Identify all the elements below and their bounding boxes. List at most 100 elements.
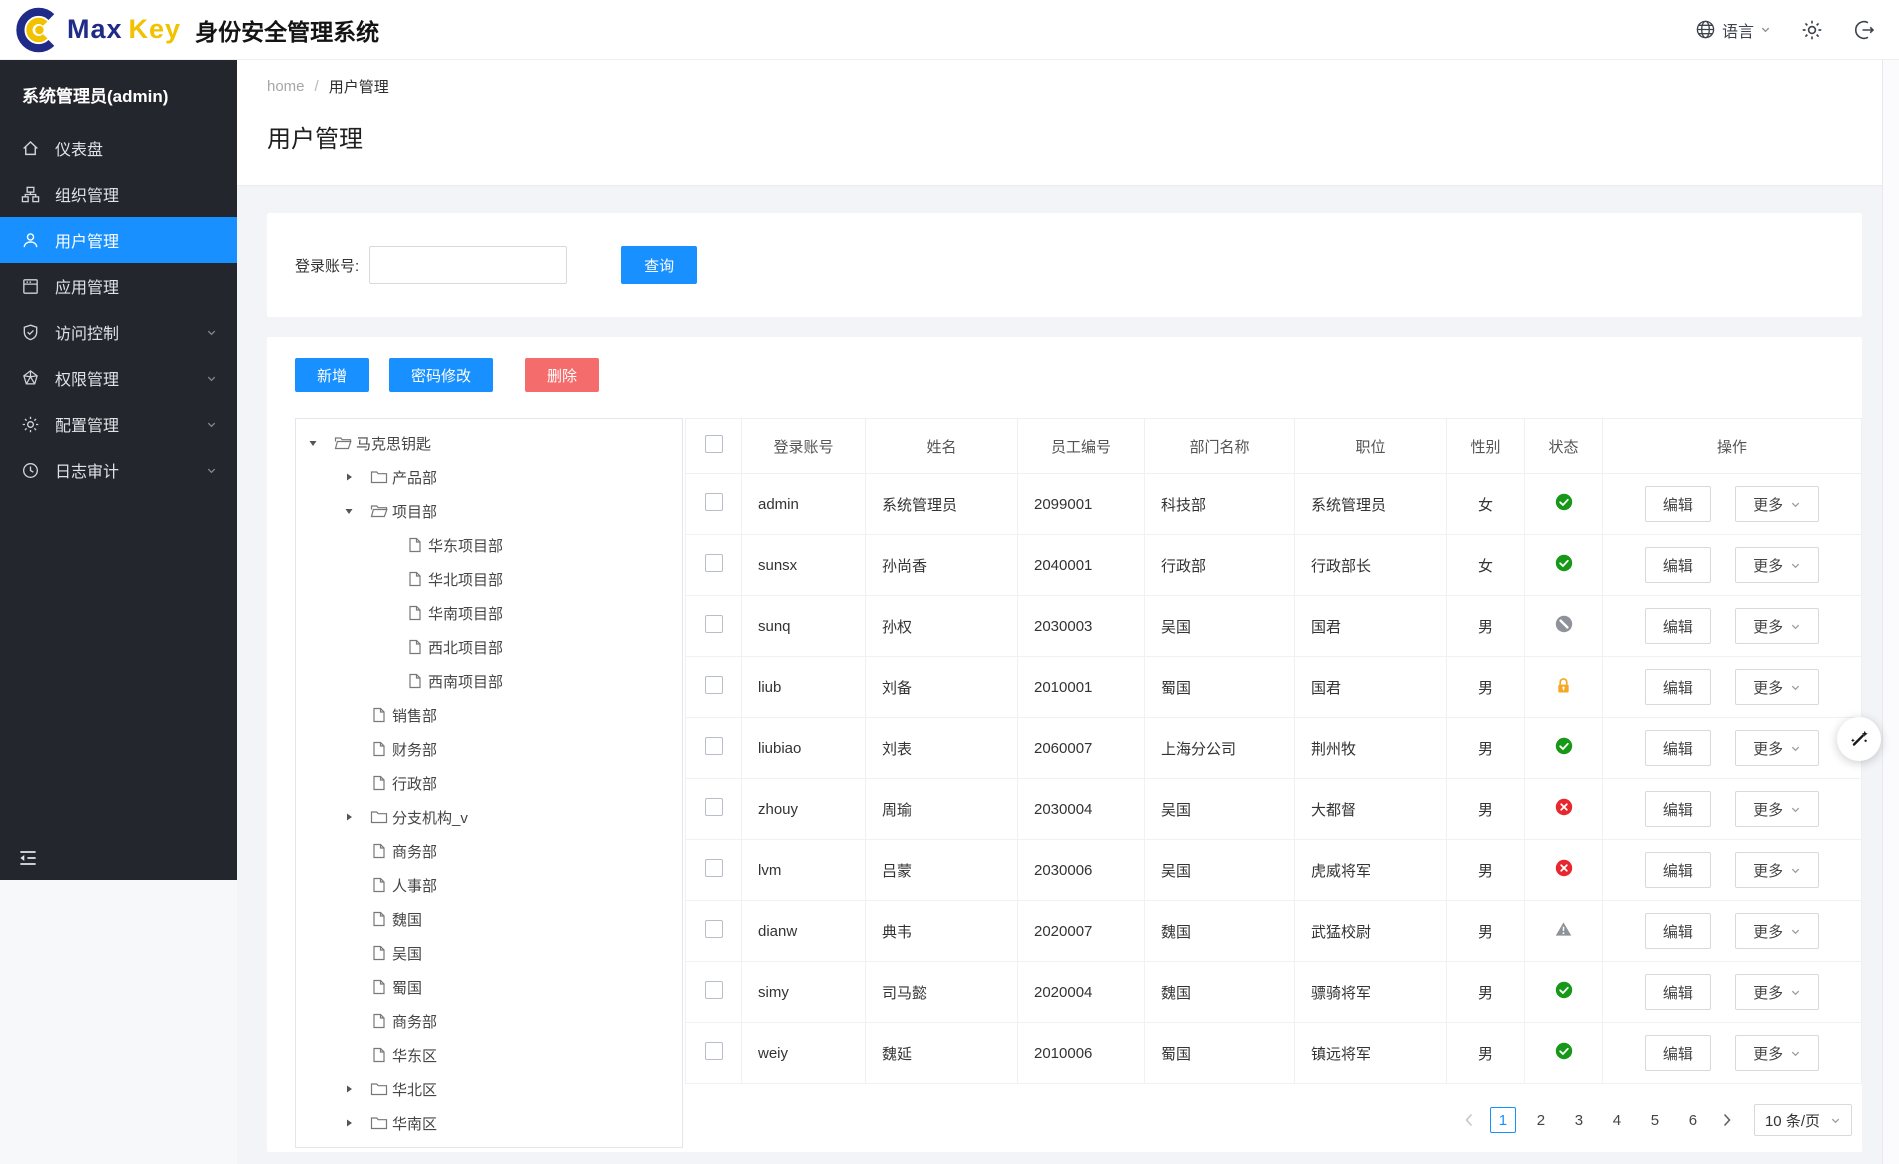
cell-employee-no: 2030006 [1034, 861, 1093, 879]
tree-node[interactable]: 华东区 [296, 1038, 682, 1072]
col-header-position: 职位 [1294, 418, 1447, 474]
tree-node[interactable]: 财务部 [296, 732, 682, 766]
tree-node[interactable]: 华南区 [296, 1106, 682, 1140]
row-checkbox[interactable] [704, 798, 723, 816]
sidebar-item-3[interactable]: 应用管理 [0, 263, 237, 309]
caret-right-icon[interactable] [342, 1118, 369, 1128]
chevron-down-icon [1790, 865, 1801, 876]
tree-node-label: 项目部 [392, 503, 438, 521]
tree-node[interactable]: 华南项目部 [296, 596, 682, 630]
breadcrumb-home[interactable]: home [267, 78, 305, 95]
tree-node[interactable]: 吴国 [296, 936, 682, 970]
query-button[interactable]: 查询 [621, 246, 698, 284]
more-button[interactable]: 更多 [1735, 1035, 1820, 1071]
next-page-button[interactable] [1718, 1113, 1736, 1127]
sidebar-item-0[interactable]: 仪表盘 [0, 125, 237, 171]
logout-icon[interactable] [1853, 19, 1875, 41]
delete-button[interactable]: 删除 [525, 358, 600, 392]
more-button[interactable]: 更多 [1735, 730, 1820, 766]
more-button[interactable]: 更多 [1735, 852, 1820, 888]
tree-node[interactable]: 行政部 [296, 766, 682, 800]
row-checkbox[interactable] [704, 859, 723, 877]
scrollbar-track[interactable] [1882, 60, 1899, 1164]
page-number-3[interactable]: 3 [1566, 1107, 1592, 1133]
page-size-select[interactable]: 10 条/页 [1753, 1104, 1852, 1136]
row-checkbox[interactable] [704, 615, 723, 633]
user-icon [20, 231, 40, 250]
tree-node[interactable]: 西南项目部 [296, 664, 682, 698]
tree-node[interactable]: 西北项目部 [296, 630, 682, 664]
tree-node[interactable]: 商务部 [296, 1004, 682, 1038]
tree-node[interactable]: 马克思钥匙 [296, 426, 682, 460]
row-checkbox[interactable] [704, 737, 723, 755]
language-switcher[interactable]: 语言 [1695, 18, 1771, 42]
cell-account: lvm [758, 861, 782, 879]
tree-node[interactable]: 华北区 [296, 1072, 682, 1106]
more-button[interactable]: 更多 [1735, 791, 1820, 827]
caret-right-icon[interactable] [342, 1084, 369, 1094]
status-warning-icon [1555, 921, 1572, 937]
edit-button[interactable]: 编辑 [1644, 486, 1711, 522]
tree-node[interactable]: 产品部 [296, 460, 682, 494]
edit-button[interactable]: 编辑 [1644, 608, 1711, 644]
tree-node[interactable]: 华北项目部 [296, 562, 682, 596]
page-number-5[interactable]: 5 [1642, 1107, 1668, 1133]
edit-button[interactable]: 编辑 [1644, 547, 1711, 583]
edit-button[interactable]: 编辑 [1644, 791, 1711, 827]
prev-page-button[interactable] [1460, 1113, 1478, 1127]
row-checkbox[interactable] [704, 676, 723, 694]
tree-node[interactable]: 人事部 [296, 868, 682, 902]
sidebar-item-4[interactable]: 访问控制 [0, 309, 237, 355]
tree-node[interactable]: 销售部 [296, 698, 682, 732]
gear-icon[interactable] [1801, 19, 1823, 41]
cell-department: 吴国 [1161, 618, 1192, 636]
page-number-6[interactable]: 6 [1680, 1107, 1706, 1133]
chevron-down-icon [1790, 926, 1801, 937]
row-checkbox[interactable] [704, 493, 723, 511]
login-account-input[interactable] [369, 246, 568, 284]
caret-right-icon[interactable] [342, 472, 369, 482]
search-panel: 登录账号: 查询 [267, 213, 1862, 317]
tree-node[interactable]: 分支机构_v [296, 800, 682, 834]
add-button[interactable]: 新增 [295, 358, 370, 392]
tree-node[interactable]: 商务部 [296, 834, 682, 868]
tree-node[interactable]: 魏国 [296, 902, 682, 936]
breadcrumb-separator: / [314, 78, 319, 95]
more-button[interactable]: 更多 [1735, 547, 1820, 583]
more-button[interactable]: 更多 [1735, 608, 1820, 644]
edit-button[interactable]: 编辑 [1644, 730, 1711, 766]
caret-right-icon[interactable] [342, 812, 369, 822]
tree-node[interactable]: 华东项目部 [296, 528, 682, 562]
sidebar-item-label: 应用管理 [55, 280, 120, 297]
caret-down-icon[interactable] [342, 506, 369, 516]
page-number-4[interactable]: 4 [1604, 1107, 1630, 1133]
more-button[interactable]: 更多 [1735, 974, 1820, 1010]
menu-fold-icon[interactable] [16, 846, 40, 870]
row-checkbox[interactable] [704, 1042, 723, 1060]
edit-button[interactable]: 编辑 [1644, 1035, 1711, 1071]
page-number-1[interactable]: 1 [1489, 1107, 1516, 1133]
sidebar-item-1[interactable]: 组织管理 [0, 171, 237, 217]
tree-node[interactable]: 项目部 [296, 494, 682, 528]
row-checkbox[interactable] [704, 981, 723, 999]
select-all-checkbox[interactable] [704, 435, 723, 453]
magic-wand-fab[interactable] [1837, 717, 1881, 761]
sidebar-item-2[interactable]: 用户管理 [0, 217, 237, 263]
tree-node[interactable]: 蜀国 [296, 970, 682, 1004]
edit-button[interactable]: 编辑 [1644, 669, 1711, 705]
cell-position: 系统管理员 [1311, 496, 1387, 514]
edit-button[interactable]: 编辑 [1644, 852, 1711, 888]
row-checkbox[interactable] [704, 920, 723, 938]
more-button[interactable]: 更多 [1735, 486, 1820, 522]
sidebar-item-5[interactable]: 权限管理 [0, 355, 237, 401]
caret-down-icon[interactable] [306, 438, 333, 448]
edit-button[interactable]: 编辑 [1644, 974, 1711, 1010]
sidebar-item-7[interactable]: 日志审计 [0, 447, 237, 493]
change-password-button[interactable]: 密码修改 [389, 358, 494, 392]
row-checkbox[interactable] [704, 554, 723, 572]
page-number-2[interactable]: 2 [1528, 1107, 1554, 1133]
more-button[interactable]: 更多 [1735, 913, 1820, 949]
more-button[interactable]: 更多 [1735, 669, 1820, 705]
edit-button[interactable]: 编辑 [1644, 913, 1711, 949]
sidebar-item-6[interactable]: 配置管理 [0, 401, 237, 447]
